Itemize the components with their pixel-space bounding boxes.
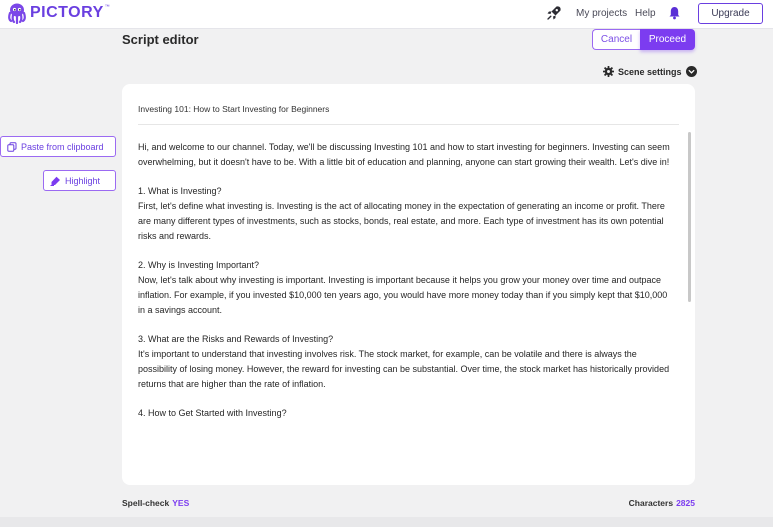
octopus-logo-icon: [8, 3, 26, 24]
spellcheck-value[interactable]: YES: [172, 498, 189, 508]
script-editor-panel[interactable]: Investing 101: How to Start Investing fo…: [122, 84, 695, 485]
paragraph-text: Now, let's talk about why investing is i…: [138, 275, 668, 315]
script-paragraph[interactable]: 2. Why is Investing Important? Now, let'…: [138, 258, 673, 318]
paste-from-clipboard-button[interactable]: Paste from clipboard: [0, 136, 116, 157]
bell-icon[interactable]: [668, 6, 681, 20]
section-heading: 3. What are the Risks and Rewards of Inv…: [138, 334, 334, 344]
chevron-down-icon: [685, 66, 697, 77]
rocket-icon[interactable]: [546, 5, 562, 21]
section-heading: 4. How to Get Started with Investing?: [138, 408, 287, 418]
section-heading: 1. What is Investing?: [138, 186, 222, 196]
brand-logo[interactable]: PICTORY ™: [6, 2, 110, 24]
top-navigation-bar: PICTORY ™ My projects Help Upgrade: [0, 0, 773, 29]
cancel-button[interactable]: Cancel: [592, 29, 640, 50]
script-body[interactable]: Hi, and welcome to our channel. Today, w…: [138, 140, 673, 435]
bottom-bar: [0, 517, 773, 527]
paragraph-text: First, let's define what investing is. I…: [138, 201, 665, 241]
script-paragraph[interactable]: 3. What are the Risks and Rewards of Inv…: [138, 332, 673, 392]
spellcheck-label: Spell-check: [122, 498, 170, 508]
title-divider: [138, 124, 679, 125]
paste-label: Paste from clipboard: [21, 141, 104, 152]
brand-name: PICTORY: [30, 4, 104, 21]
page-title: Script editor: [122, 32, 199, 47]
script-paragraph[interactable]: 4. How to Get Started with Investing?: [138, 406, 673, 421]
highlight-button[interactable]: Highlight: [43, 170, 116, 191]
character-count: Characters 2825: [629, 498, 695, 508]
paragraph-text: Hi, and welcome to our channel. Today, w…: [138, 142, 670, 167]
copy-icon: [7, 141, 17, 152]
section-heading: 2. Why is Investing Important?: [138, 260, 260, 270]
brand-trademark: ™: [104, 4, 110, 10]
characters-label: Characters: [628, 498, 674, 508]
spellcheck-status[interactable]: Spell-check YES: [122, 498, 189, 508]
nav-help[interactable]: Help: [635, 8, 656, 19]
highlight-label: Highlight: [65, 175, 101, 186]
characters-value: 2825: [676, 498, 695, 508]
editor-scrollbar[interactable]: [688, 132, 691, 302]
nav-my-projects[interactable]: My projects: [576, 8, 627, 19]
scene-settings-toggle[interactable]: Scene settings: [603, 66, 697, 77]
proceed-button[interactable]: Proceed: [640, 29, 695, 50]
paragraph-text: It's important to understand that invest…: [138, 349, 670, 389]
script-paragraph[interactable]: Hi, and welcome to our channel. Today, w…: [138, 140, 673, 170]
highlighter-icon: [50, 176, 60, 186]
scene-settings-label: Scene settings: [618, 66, 682, 77]
upgrade-button[interactable]: Upgrade: [698, 3, 763, 24]
gear-icon: [603, 66, 614, 77]
script-paragraph[interactable]: 1. What is Investing? First, let's defin…: [138, 184, 673, 244]
script-title[interactable]: Investing 101: How to Start Investing fo…: [138, 104, 329, 114]
